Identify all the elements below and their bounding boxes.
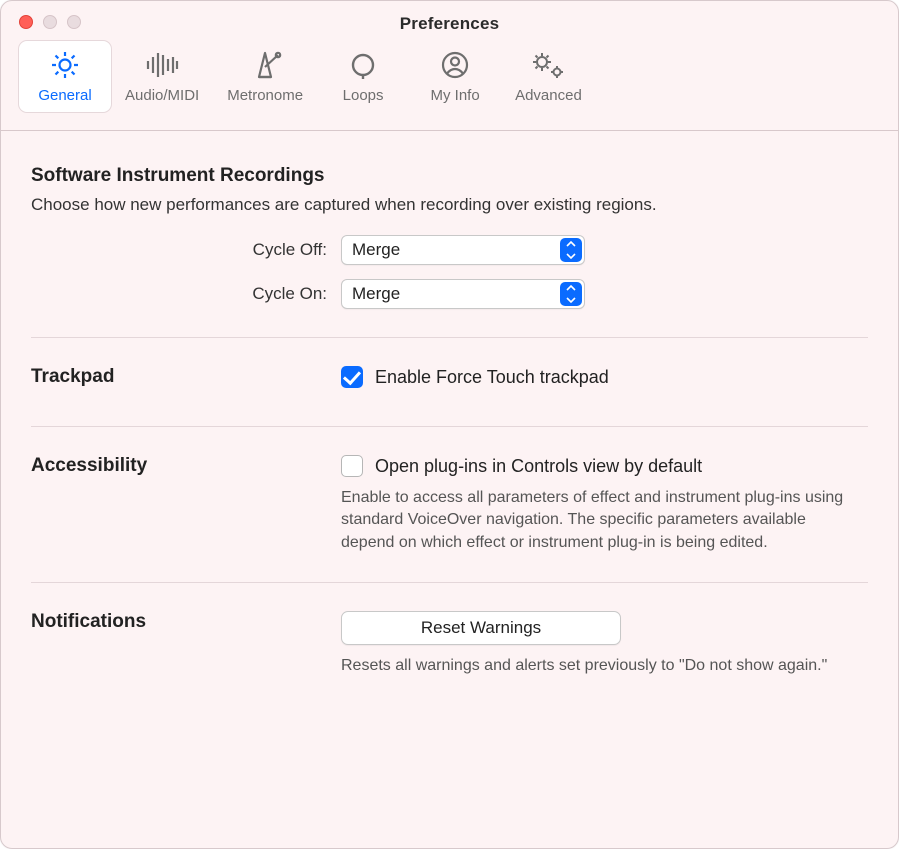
- tab-my-info[interactable]: My Info: [409, 41, 501, 112]
- force-touch-row: Enable Force Touch trackpad: [341, 366, 868, 388]
- popup-stepper-icon: [560, 238, 582, 262]
- tab-audio-midi[interactable]: Audio/MIDI: [111, 41, 213, 112]
- section-notifications: Notifications Reset Warnings Resets all …: [31, 611, 868, 677]
- plugins-controls-view-label: Open plug-ins in Controls view by defaul…: [375, 456, 702, 477]
- gears-icon: [529, 47, 567, 83]
- reset-warnings-button[interactable]: Reset Warnings: [341, 611, 621, 645]
- recordings-description: Choose how new performances are captured…: [31, 195, 868, 215]
- cycle-off-label: Cycle Off:: [31, 240, 341, 260]
- plugins-controls-view-checkbox[interactable]: [341, 455, 363, 477]
- tab-label: Loops: [343, 87, 384, 104]
- cycle-off-popup[interactable]: Merge: [341, 235, 585, 265]
- notifications-heading: Notifications: [31, 611, 341, 633]
- tab-label: Advanced: [515, 87, 582, 104]
- cycle-on-popup[interactable]: Merge: [341, 279, 585, 309]
- section-trackpad: Trackpad Enable Force Touch trackpad: [31, 366, 868, 398]
- preferences-toolbar: General Audio/MIDI: [1, 41, 898, 131]
- cycle-on-value: Merge: [352, 284, 400, 304]
- tab-label: Audio/MIDI: [125, 87, 199, 104]
- cycle-off-value: Merge: [352, 240, 400, 260]
- window-controls: [19, 15, 81, 29]
- tab-label: My Info: [430, 87, 479, 104]
- recordings-heading: Software Instrument Recordings: [31, 165, 868, 187]
- cycle-on-label: Cycle On:: [31, 284, 341, 304]
- trackpad-heading: Trackpad: [31, 366, 341, 388]
- preferences-content: Software Instrument Recordings Choose ho…: [1, 131, 898, 678]
- tab-metronome[interactable]: Metronome: [213, 41, 317, 112]
- gear-icon: [49, 47, 81, 83]
- enable-force-touch-checkbox[interactable]: [341, 366, 363, 388]
- tab-label: General: [38, 87, 91, 104]
- window-title: Preferences: [400, 8, 500, 34]
- divider: [31, 426, 868, 427]
- close-window-button[interactable]: [19, 15, 33, 29]
- notifications-help-text: Resets all warnings and alerts set previ…: [341, 655, 861, 677]
- divider: [31, 337, 868, 338]
- zoom-window-button[interactable]: [67, 15, 81, 29]
- waveform-icon: [144, 47, 180, 83]
- section-recordings: Software Instrument Recordings Choose ho…: [31, 165, 868, 309]
- person-circle-icon: [439, 47, 471, 83]
- minimize-window-button[interactable]: [43, 15, 57, 29]
- metronome-icon: [248, 47, 282, 83]
- tab-advanced[interactable]: Advanced: [501, 41, 596, 112]
- cycle-on-row: Cycle On: Merge: [31, 279, 868, 309]
- section-accessibility: Accessibility Open plug-ins in Controls …: [31, 455, 868, 554]
- preferences-window: Preferences General: [0, 0, 899, 849]
- tab-general[interactable]: General: [19, 41, 111, 112]
- loop-icon: [347, 47, 379, 83]
- popup-stepper-icon: [560, 282, 582, 306]
- divider: [31, 582, 868, 583]
- tab-label: Metronome: [227, 87, 303, 104]
- titlebar: Preferences: [1, 1, 898, 41]
- controls-view-row: Open plug-ins in Controls view by defaul…: [341, 455, 868, 477]
- accessibility-help-text: Enable to access all parameters of effec…: [341, 487, 861, 554]
- cycle-off-row: Cycle Off: Merge: [31, 235, 868, 265]
- tab-loops[interactable]: Loops: [317, 41, 409, 112]
- accessibility-heading: Accessibility: [31, 455, 341, 477]
- enable-force-touch-label: Enable Force Touch trackpad: [375, 367, 609, 388]
